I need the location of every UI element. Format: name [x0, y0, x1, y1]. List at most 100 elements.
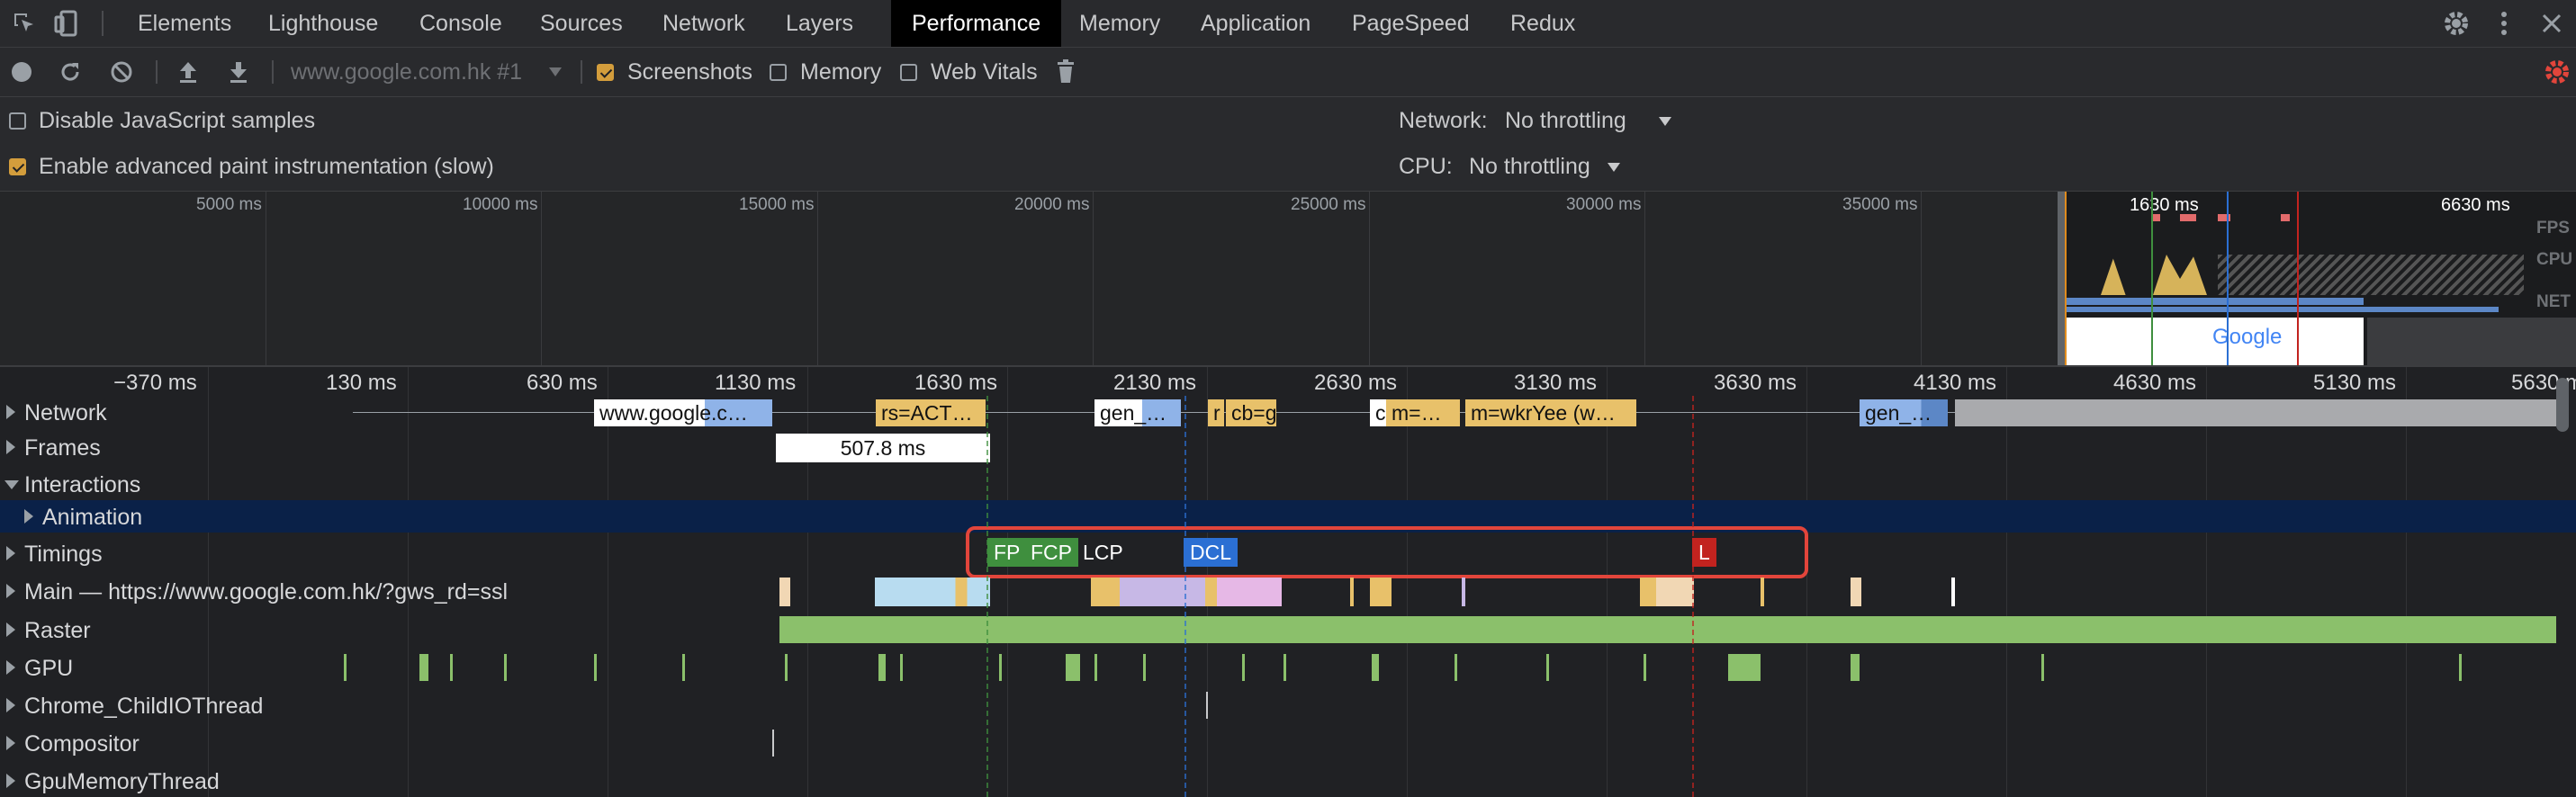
- thread-task[interactable]: [1206, 692, 1208, 719]
- tab-layers[interactable]: Layers: [786, 0, 853, 47]
- cpu-throttle-select[interactable]: No throttling: [1469, 154, 1590, 180]
- gpu-task[interactable]: [344, 654, 347, 681]
- expand-triangle-icon[interactable]: [6, 546, 15, 560]
- timeline-overview[interactable]: 5000 ms 10000 ms 15000 ms 20000 ms 25000…: [0, 192, 2576, 367]
- gpu-task[interactable]: [1851, 654, 1860, 681]
- tab-elements[interactable]: Elements: [138, 0, 231, 47]
- main-task[interactable]: [1370, 578, 1392, 606]
- gpu-task[interactable]: [1066, 654, 1080, 681]
- chevron-down-icon[interactable]: [1659, 117, 1671, 126]
- main-task[interactable]: [1761, 578, 1764, 606]
- tab-network[interactable]: Network: [662, 0, 745, 47]
- disable-js-samples-checkbox[interactable]: [9, 112, 26, 130]
- frame-block[interactable]: 507.8 ms: [776, 434, 990, 462]
- expand-triangle-icon[interactable]: [6, 774, 15, 788]
- overview-selection-window[interactable]: 1630 ms 6630 ms FPS CPU NET Google: [2065, 192, 2576, 365]
- thread-task[interactable]: [772, 730, 774, 757]
- gpu-task[interactable]: [1455, 654, 1457, 681]
- child-io-thread-track[interactable]: Chrome_ChildIOThread: [0, 687, 2576, 723]
- memory-checkbox[interactable]: [770, 64, 787, 81]
- gpu-task[interactable]: [1546, 654, 1549, 681]
- gpu-task[interactable]: [450, 654, 453, 681]
- network-request[interactable]: cb=g: [1226, 399, 1276, 426]
- main-task[interactable]: [1851, 578, 1861, 606]
- gpu-task[interactable]: [999, 654, 1002, 681]
- recording-select[interactable]: www.google.com.hk #1: [291, 48, 522, 96]
- collect-garbage-icon[interactable]: [1056, 58, 1076, 85]
- reload-record-icon[interactable]: [58, 59, 83, 85]
- gpu-task[interactable]: [419, 654, 428, 681]
- overview-left-handle[interactable]: [2058, 192, 2065, 365]
- download-icon[interactable]: [227, 59, 250, 85]
- tab-performance[interactable]: Performance: [891, 0, 1062, 47]
- collapse-triangle-icon[interactable]: [5, 480, 19, 489]
- main-task[interactable]: [1640, 578, 1694, 606]
- network-request[interactable]: m=…: [1386, 399, 1460, 426]
- network-request[interactable]: r: [1208, 399, 1224, 426]
- expand-triangle-icon[interactable]: [6, 698, 15, 712]
- network-track[interactable]: Network www.google.c… rs=ACT… gen_… r cb…: [0, 396, 2576, 428]
- record-icon[interactable]: [12, 62, 32, 82]
- interactions-track[interactable]: Interactions: [0, 468, 2576, 500]
- network-request[interactable]: m=wkrYee (w…: [1465, 399, 1636, 426]
- compositor-track[interactable]: Compositor: [0, 725, 2576, 761]
- network-request[interactable]: rs=ACT…: [876, 399, 986, 426]
- advanced-paint-checkbox[interactable]: [9, 158, 26, 175]
- gpu-task[interactable]: [900, 654, 903, 681]
- gpu-task[interactable]: [785, 654, 788, 681]
- clear-icon[interactable]: [110, 60, 133, 84]
- main-task[interactable]: [1462, 578, 1465, 606]
- close-icon[interactable]: [2540, 12, 2563, 35]
- gpu-task[interactable]: [2041, 654, 2044, 681]
- main-thread-track[interactable]: Main — https://www.google.com.hk/?gws_rd…: [0, 572, 2576, 610]
- vertical-scrollbar-thumb[interactable]: [2556, 378, 2569, 432]
- tab-redux[interactable]: Redux: [1510, 0, 1575, 47]
- gpu-task[interactable]: [1728, 654, 1761, 681]
- webvitals-checkbox[interactable]: [900, 64, 917, 81]
- tab-lighthouse[interactable]: Lighthouse: [268, 0, 378, 47]
- tab-memory[interactable]: Memory: [1079, 0, 1160, 47]
- gpu-task[interactable]: [2459, 654, 2462, 681]
- main-task[interactable]: [1350, 578, 1354, 606]
- gpu-task[interactable]: [1372, 654, 1379, 681]
- raster-activity[interactable]: [779, 616, 2556, 643]
- raster-track[interactable]: Raster: [0, 612, 2576, 648]
- tab-sources[interactable]: Sources: [540, 0, 623, 47]
- expand-triangle-icon[interactable]: [6, 405, 15, 419]
- gpu-task[interactable]: [1242, 654, 1245, 681]
- settings-gear-icon[interactable]: [2442, 9, 2471, 38]
- network-request[interactable]: www.google.c…: [594, 399, 772, 426]
- screenshots-checkbox[interactable]: [597, 64, 614, 81]
- expand-triangle-icon[interactable]: [6, 736, 15, 750]
- network-throttle-select[interactable]: No throttling: [1505, 108, 1626, 134]
- main-task[interactable]: [1951, 578, 1955, 606]
- expand-triangle-icon[interactable]: [6, 622, 15, 637]
- gpu-task[interactable]: [1143, 654, 1146, 681]
- gpu-task[interactable]: [1644, 654, 1646, 681]
- gpu-memory-thread-track[interactable]: GpuMemoryThread: [0, 763, 2576, 797]
- gpu-task[interactable]: [878, 654, 886, 681]
- inspect-element-icon[interactable]: [12, 11, 37, 36]
- expand-triangle-icon[interactable]: [6, 660, 15, 675]
- frames-track[interactable]: Frames 507.8 ms: [0, 430, 2576, 464]
- main-task[interactable]: [875, 578, 990, 606]
- capture-settings-gear-icon[interactable]: [2543, 58, 2571, 86]
- network-request[interactable]: c: [1370, 399, 1386, 426]
- tab-application[interactable]: Application: [1201, 0, 1311, 47]
- gpu-task[interactable]: [594, 654, 597, 681]
- gpu-track[interactable]: GPU: [0, 649, 2576, 685]
- gpu-task[interactable]: [1283, 654, 1286, 681]
- upload-icon[interactable]: [176, 59, 200, 85]
- chevron-down-icon[interactable]: [1608, 163, 1620, 172]
- gpu-task[interactable]: [1094, 654, 1097, 681]
- main-task[interactable]: [779, 578, 790, 606]
- screenshot-thumbnail[interactable]: Google: [2067, 318, 2364, 365]
- gpu-task[interactable]: [682, 654, 685, 681]
- tab-pagespeed[interactable]: PageSpeed: [1352, 0, 1470, 47]
- network-request[interactable]: [1955, 399, 2556, 426]
- expand-triangle-icon[interactable]: [6, 584, 15, 598]
- device-toolbar-icon[interactable]: [53, 9, 80, 38]
- network-request[interactable]: gen_…: [1860, 399, 1948, 426]
- gpu-task[interactable]: [504, 654, 507, 681]
- main-task[interactable]: [1091, 578, 1282, 606]
